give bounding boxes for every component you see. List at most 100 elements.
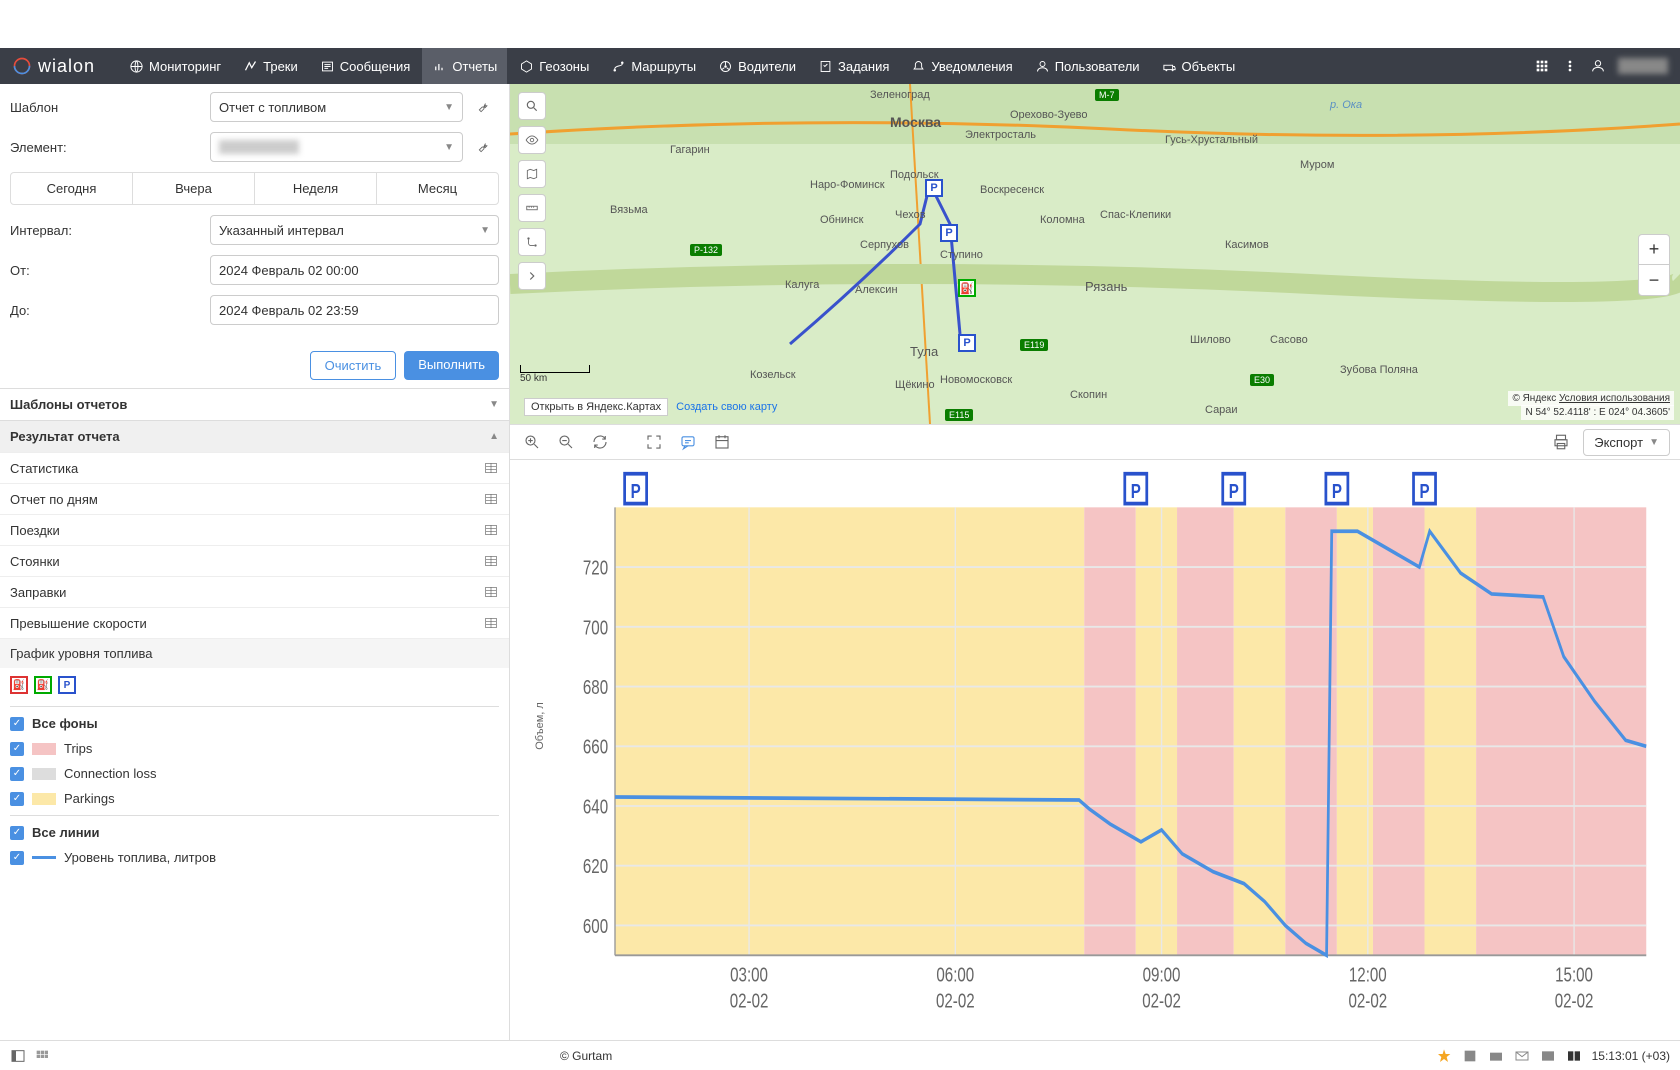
map-parking-marker[interactable]: P xyxy=(925,179,943,197)
legend-icon-red[interactable]: ⛽ xyxy=(10,676,28,694)
more-icon[interactable] xyxy=(1562,58,1578,74)
result-speeding[interactable]: Превышение скорости xyxy=(0,607,509,638)
legend-icon-parking[interactable]: P xyxy=(58,676,76,694)
map-fuel-marker[interactable]: ⛽ xyxy=(958,279,976,297)
export-button[interactable]: Экспорт▼ xyxy=(1583,429,1670,456)
checkbox-parkings[interactable]: ✓ xyxy=(10,792,24,806)
map-layers-button[interactable] xyxy=(518,160,546,188)
svg-text:03:00: 03:00 xyxy=(730,963,768,986)
route-tool-icon xyxy=(525,235,539,249)
image-icon[interactable] xyxy=(1540,1048,1556,1064)
reports-icon xyxy=(432,59,447,74)
map-parking-marker[interactable]: P xyxy=(958,334,976,352)
result-daily[interactable]: Отчет по дням xyxy=(0,483,509,514)
zoom-in-button[interactable]: + xyxy=(1639,235,1669,265)
element-settings-button[interactable] xyxy=(469,132,499,162)
logo-text: wialon xyxy=(38,56,95,77)
result-parkings[interactable]: Стоянки xyxy=(0,545,509,576)
period-yesterday[interactable]: Вчера xyxy=(133,173,255,204)
result-stats[interactable]: Статистика xyxy=(0,452,509,483)
sidebar: Шаблон Отчет с топливом▼ Элемент: ▼ Сего… xyxy=(0,84,510,1040)
chart-calendar-button[interactable] xyxy=(710,430,734,454)
legend-icon-green[interactable]: ⛽ xyxy=(34,676,52,694)
template-label: Шаблон xyxy=(10,100,210,115)
svg-text:600: 600 xyxy=(583,915,608,938)
chart-messages-button[interactable] xyxy=(676,430,700,454)
nav-notifications[interactable]: Уведомления xyxy=(901,48,1022,84)
nav-messages[interactable]: Сообщения xyxy=(310,48,421,84)
chart-zoom-out-button[interactable] xyxy=(554,430,578,454)
star-icon[interactable] xyxy=(1436,1048,1452,1064)
result-accordion[interactable]: Результат отчета▲ xyxy=(0,420,509,452)
panel-toggle-icon[interactable] xyxy=(10,1048,26,1064)
print-button[interactable] xyxy=(1549,430,1573,454)
map-parking-marker[interactable]: P xyxy=(940,224,958,242)
fuel-chart[interactable]: Объем, л 60062064066068070072003:0002-02… xyxy=(510,460,1680,1040)
table-icon xyxy=(483,615,499,631)
nav-geofences[interactable]: Геозоны xyxy=(509,48,599,84)
map-expand-button[interactable] xyxy=(518,262,546,290)
nav-monitoring[interactable]: Мониторинг xyxy=(119,48,231,84)
routes-icon xyxy=(611,59,626,74)
grid-icon[interactable] xyxy=(34,1048,50,1064)
checkbox-fuel-level[interactable]: ✓ xyxy=(10,851,24,865)
layout-icon[interactable] xyxy=(1566,1048,1582,1064)
chart-reset-button[interactable] xyxy=(588,430,612,454)
template-settings-button[interactable] xyxy=(469,92,499,122)
fit-icon xyxy=(645,433,663,451)
checkbox-all-bg[interactable]: ✓ xyxy=(10,717,24,731)
nav-users[interactable]: Пользователи xyxy=(1025,48,1150,84)
svg-text:660: 660 xyxy=(583,736,608,759)
map-visibility-button[interactable] xyxy=(518,126,546,154)
swatch-parkings xyxy=(32,793,56,805)
map-ruler-button[interactable] xyxy=(518,194,546,222)
checkbox-conn-loss[interactable]: ✓ xyxy=(10,767,24,781)
nav-tracks[interactable]: Треки xyxy=(233,48,308,84)
map[interactable]: Москва Зеленоград Орехово-Зуево Электрос… xyxy=(510,84,1680,424)
refresh-icon xyxy=(591,433,609,451)
create-map-link[interactable]: Создать свою карту xyxy=(676,398,777,416)
nav-routes[interactable]: Маршруты xyxy=(601,48,706,84)
chart-zoom-in-button[interactable] xyxy=(520,430,544,454)
period-tabs: Сегодня Вчера Неделя Месяц xyxy=(10,172,499,205)
zoom-out-icon xyxy=(557,433,575,451)
contact-icon[interactable] xyxy=(1462,1048,1478,1064)
period-month[interactable]: Месяц xyxy=(377,173,498,204)
table-icon xyxy=(483,553,499,569)
clear-button[interactable]: Очистить xyxy=(310,351,397,380)
period-today[interactable]: Сегодня xyxy=(11,173,133,204)
bell-icon xyxy=(911,59,926,74)
templates-accordion[interactable]: Шаблоны отчетов▼ xyxy=(0,388,509,420)
period-week[interactable]: Неделя xyxy=(255,173,377,204)
result-fuel-chart[interactable]: График уровня топлива xyxy=(0,638,509,668)
apps-icon[interactable] xyxy=(1534,58,1550,74)
element-select[interactable]: ▼ xyxy=(210,132,463,162)
nav-units[interactable]: Объекты xyxy=(1152,48,1246,84)
map-route-button[interactable] xyxy=(518,228,546,256)
card-icon[interactable] xyxy=(1488,1048,1504,1064)
nav-drivers[interactable]: Водители xyxy=(708,48,806,84)
app-header: wialon Мониторинг Треки Сообщения Отчеты… xyxy=(0,48,1680,84)
open-yandex-link[interactable]: Открыть в Яндекс.Картах xyxy=(524,398,668,416)
interval-label: Интервал: xyxy=(10,223,210,238)
checkbox-trips[interactable]: ✓ xyxy=(10,742,24,756)
map-search-button[interactable] xyxy=(518,92,546,120)
nav-jobs[interactable]: Задания xyxy=(808,48,899,84)
svg-text:02-02: 02-02 xyxy=(1555,989,1594,1012)
result-fillings[interactable]: Заправки xyxy=(0,576,509,607)
mail-icon[interactable] xyxy=(1514,1048,1530,1064)
checkbox-all-lines[interactable]: ✓ xyxy=(10,826,24,840)
footer: © Gurtam 15:13:01 (+03) xyxy=(0,1040,1680,1070)
result-trips[interactable]: Поездки xyxy=(0,514,509,545)
user-icon[interactable] xyxy=(1590,58,1606,74)
nav-reports[interactable]: Отчеты xyxy=(422,48,507,84)
template-select[interactable]: Отчет с топливом▼ xyxy=(210,92,463,122)
interval-select[interactable]: Указанный интервал▼ xyxy=(210,215,499,245)
execute-button[interactable]: Выполнить xyxy=(404,351,499,380)
clock: 15:13:01 (+03) xyxy=(1592,1049,1670,1063)
to-input[interactable]: 2024 Февраль 02 23:59 xyxy=(210,295,499,325)
from-input[interactable]: 2024 Февраль 02 00:00 xyxy=(210,255,499,285)
main-nav: Мониторинг Треки Сообщения Отчеты Геозон… xyxy=(119,48,1245,84)
zoom-out-button[interactable]: − xyxy=(1639,265,1669,295)
chart-fit-button[interactable] xyxy=(642,430,666,454)
